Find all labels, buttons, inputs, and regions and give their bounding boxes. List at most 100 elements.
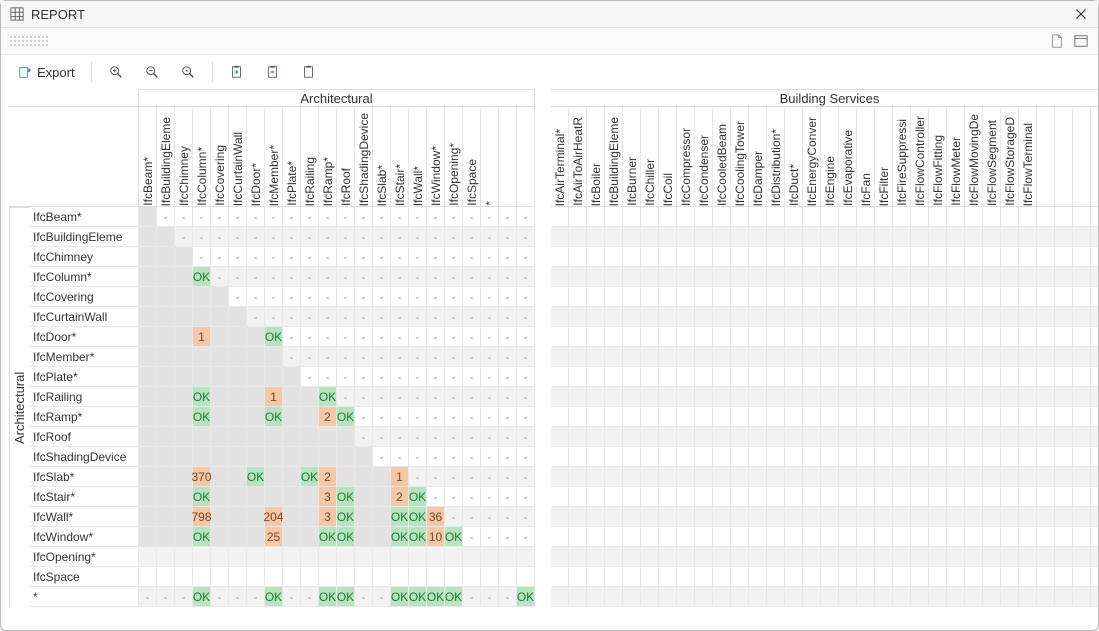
matrix-cell[interactable] [1019, 267, 1037, 287]
matrix-cell[interactable] [965, 367, 983, 387]
matrix-cell[interactable] [1091, 447, 1098, 467]
matrix-cell[interactable] [175, 547, 193, 567]
matrix-cell[interactable] [1091, 367, 1098, 387]
matrix-cell[interactable]: - [175, 307, 193, 327]
matrix-cell[interactable] [175, 247, 193, 267]
matrix-cell[interactable] [569, 587, 587, 607]
matrix-cell[interactable] [677, 347, 695, 367]
matrix-cell[interactable]: - [427, 367, 445, 387]
matrix-cell[interactable]: - [139, 507, 157, 527]
matrix-cell[interactable] [731, 427, 749, 447]
matrix-cell[interactable] [229, 567, 247, 587]
matrix-cell[interactable] [623, 527, 641, 547]
matrix-cell[interactable]: - [247, 447, 265, 467]
matrix-cell[interactable] [1055, 267, 1073, 287]
matrix-cell[interactable]: - [337, 367, 355, 387]
matrix-cell[interactable] [983, 287, 1001, 307]
column-header[interactable]: IfcCoolingTower [731, 107, 749, 207]
matrix-cell[interactable]: - [373, 487, 391, 507]
matrix-cell[interactable] [857, 207, 875, 227]
matrix-cell[interactable] [875, 387, 893, 407]
matrix-cell[interactable]: - [355, 427, 373, 447]
matrix-cell[interactable] [893, 507, 911, 527]
column-header[interactable]: IfcCoil [659, 107, 677, 207]
matrix-cell[interactable]: - [481, 327, 499, 347]
matrix-cell[interactable]: - [409, 327, 427, 347]
matrix-cell[interactable]: - [229, 527, 247, 547]
matrix-cell[interactable]: OK [319, 587, 337, 607]
matrix-cell[interactable] [1091, 287, 1098, 307]
matrix-cell[interactable] [785, 527, 803, 547]
matrix-cell[interactable]: - [427, 447, 445, 467]
matrix-cell[interactable] [821, 387, 839, 407]
matrix-cell[interactable]: OK [301, 467, 319, 487]
matrix-cell[interactable] [641, 587, 659, 607]
matrix-cell[interactable] [893, 407, 911, 427]
matrix-cell[interactable] [659, 287, 677, 307]
matrix-cell[interactable]: 36 [427, 507, 445, 527]
matrix-cell[interactable]: - [463, 267, 481, 287]
matrix-cell[interactable]: - [355, 307, 373, 327]
matrix-cell[interactable] [373, 547, 391, 567]
matrix-cell[interactable] [659, 247, 677, 267]
matrix-cell[interactable]: - [337, 387, 355, 407]
matrix-cell[interactable]: - [499, 227, 517, 247]
matrix-cell[interactable] [1073, 287, 1091, 307]
matrix-cell[interactable] [821, 287, 839, 307]
matrix-cell[interactable]: OK [265, 587, 283, 607]
matrix-cell[interactable] [875, 327, 893, 347]
matrix-cell[interactable]: - [427, 347, 445, 367]
matrix-cell[interactable] [551, 207, 569, 227]
matrix-cell[interactable] [1019, 227, 1037, 247]
matrix-cell[interactable] [677, 587, 695, 607]
matrix-cell[interactable] [211, 287, 229, 307]
matrix-cell[interactable] [965, 247, 983, 267]
matrix-cell[interactable]: - [211, 507, 229, 527]
row-header[interactable]: * [29, 587, 139, 607]
matrix-cell[interactable] [965, 567, 983, 587]
matrix-cell[interactable]: OK [409, 587, 427, 607]
matrix-cell[interactable]: - [247, 587, 265, 607]
matrix-cell[interactable]: - [157, 587, 175, 607]
matrix-cell[interactable] [1073, 367, 1091, 387]
matrix-cell[interactable] [623, 227, 641, 247]
matrix-cell[interactable] [1001, 407, 1019, 427]
matrix-cell[interactable] [695, 527, 713, 547]
matrix-cell[interactable]: - [283, 327, 301, 347]
matrix-cell[interactable] [803, 467, 821, 487]
grip-handle[interactable] [9, 35, 49, 47]
matrix-cell[interactable] [1055, 327, 1073, 347]
matrix-cell[interactable] [409, 567, 427, 587]
row-header[interactable]: IfcColumn* [29, 267, 139, 287]
matrix-cell[interactable] [947, 347, 965, 367]
matrix-cell[interactable] [283, 547, 301, 567]
matrix-cell[interactable]: - [283, 387, 301, 407]
matrix-cell[interactable] [731, 347, 749, 367]
matrix-cell[interactable] [713, 287, 731, 307]
matrix-cell[interactable]: - [409, 387, 427, 407]
matrix-cell[interactable] [193, 547, 211, 567]
matrix-cell[interactable]: - [481, 367, 499, 387]
matrix-cell[interactable]: - [229, 507, 247, 527]
matrix-cell[interactable] [821, 447, 839, 467]
matrix-cell[interactable] [857, 247, 875, 267]
matrix-cell[interactable] [605, 387, 623, 407]
matrix-cell[interactable]: - [175, 267, 193, 287]
matrix-cell[interactable] [803, 547, 821, 567]
matrix-cell[interactable] [1037, 527, 1055, 547]
matrix-cell[interactable] [893, 467, 911, 487]
matrix-cell[interactable] [605, 487, 623, 507]
matrix-cell[interactable] [893, 547, 911, 567]
matrix-cell[interactable] [767, 367, 785, 387]
matrix-cell[interactable] [947, 407, 965, 427]
matrix-cell[interactable] [983, 427, 1001, 447]
matrix-cell[interactable]: - [481, 587, 499, 607]
matrix-cell[interactable] [1091, 427, 1098, 447]
matrix-cell[interactable]: - [247, 307, 265, 327]
matrix-cell[interactable]: - [499, 267, 517, 287]
matrix-cell[interactable]: - [445, 387, 463, 407]
matrix-cell[interactable]: - [427, 327, 445, 347]
matrix-cell[interactable]: - [517, 467, 535, 487]
matrix-cell[interactable]: - [265, 287, 283, 307]
matrix-cell[interactable]: - [481, 267, 499, 287]
